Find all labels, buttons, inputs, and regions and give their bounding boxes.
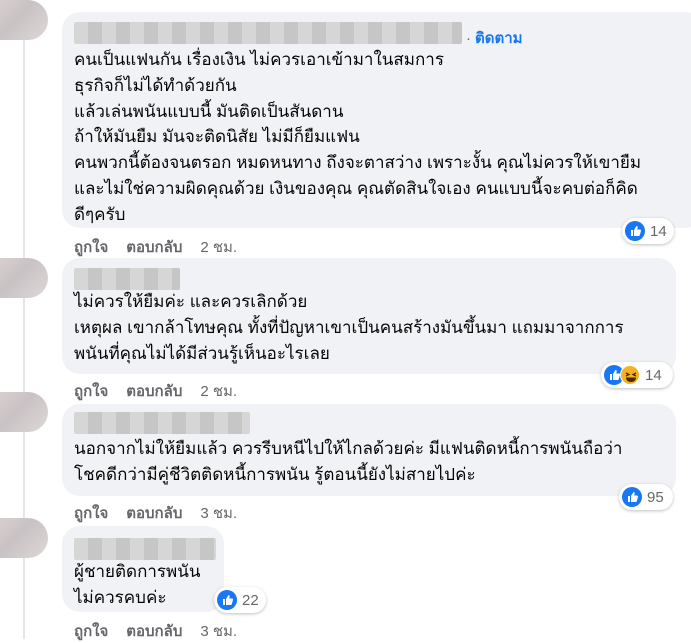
avatar[interactable] bbox=[0, 392, 48, 432]
comment-bubble: นอกจากไม่ให้ยืมแล้ว ควรรีบหนีไปให้ไกลด้ว… bbox=[62, 404, 676, 496]
reaction-count: 14 bbox=[645, 366, 662, 384]
reaction-summary[interactable]: 14 bbox=[601, 362, 673, 388]
comment-actions: ถูกใจ ตอบกลับ 2 ชม. bbox=[74, 379, 255, 403]
reaction-summary[interactable]: 14 bbox=[622, 218, 674, 244]
reaction-summary[interactable]: 95 bbox=[619, 484, 673, 510]
commenter-name[interactable] bbox=[74, 22, 462, 44]
haha-icon bbox=[620, 365, 640, 385]
comment-actions: ถูกใจ ตอบกลับ 2 ชม. bbox=[74, 235, 255, 259]
avatar[interactable] bbox=[0, 258, 48, 298]
comment-text: ไม่ควรให้ยืมค่ะ และควรเลิกด้วย เหตุผล เข… bbox=[74, 292, 624, 363]
reaction-count: 95 bbox=[647, 488, 664, 506]
comment-bubble: ผู้ชายติดการพนัน ไม่ควรคบค่ะ bbox=[62, 526, 224, 612]
like-button[interactable]: ถูกใจ bbox=[74, 623, 108, 640]
comment-text: ผู้ชายติดการพนัน ไม่ควรคบค่ะ bbox=[74, 562, 201, 607]
timestamp[interactable]: 3 ชม. bbox=[200, 505, 237, 522]
timestamp[interactable]: 2 ชม. bbox=[200, 383, 237, 400]
reply-button[interactable]: ตอบกลับ bbox=[126, 505, 182, 522]
reaction-count: 14 bbox=[650, 222, 667, 240]
commenter-name[interactable] bbox=[74, 268, 180, 290]
reaction-summary[interactable]: 22 bbox=[214, 587, 266, 613]
like-button[interactable]: ถูกใจ bbox=[74, 505, 108, 522]
reply-button[interactable]: ตอบกลับ bbox=[126, 383, 182, 400]
like-icon bbox=[625, 221, 645, 241]
comment-actions: ถูกใจ ตอบกลับ 3 ชม. bbox=[74, 501, 255, 525]
timestamp[interactable]: 2 ชม. bbox=[200, 239, 237, 256]
comment-text: คนเป็นแฟนกัน เรื่องเงิน ไม่ควรเอาเข้ามาใ… bbox=[74, 50, 642, 224]
comment-bubble: ไม่ควรให้ยืมค่ะ และควรเลิกด้วย เหตุผล เข… bbox=[62, 258, 676, 374]
separator-dot: · bbox=[466, 30, 471, 47]
comment-text: นอกจากไม่ให้ยืมแล้ว ควรรีบหนีไปให้ไกลด้ว… bbox=[74, 439, 623, 484]
reply-button[interactable]: ตอบกลับ bbox=[126, 239, 182, 256]
reaction-count: 22 bbox=[242, 591, 259, 609]
comment-bubble: · ติดตาม คนเป็นแฟนกัน เรื่องเงิน ไม่ควรเอ… bbox=[62, 12, 691, 228]
commenter-name[interactable] bbox=[74, 538, 216, 560]
reply-button[interactable]: ตอบกลับ bbox=[126, 623, 182, 640]
like-button[interactable]: ถูกใจ bbox=[74, 239, 108, 256]
timestamp[interactable]: 3 ชม. bbox=[200, 623, 237, 640]
comment-actions: ถูกใจ ตอบกลับ 3 ชม. bbox=[74, 619, 255, 643]
avatar[interactable] bbox=[0, 0, 48, 40]
commenter-name[interactable] bbox=[74, 412, 250, 434]
follow-button[interactable]: ติดตาม bbox=[475, 30, 523, 47]
like-button[interactable]: ถูกใจ bbox=[74, 383, 108, 400]
like-icon bbox=[217, 590, 237, 610]
like-icon bbox=[622, 487, 642, 507]
avatar[interactable] bbox=[0, 518, 48, 558]
